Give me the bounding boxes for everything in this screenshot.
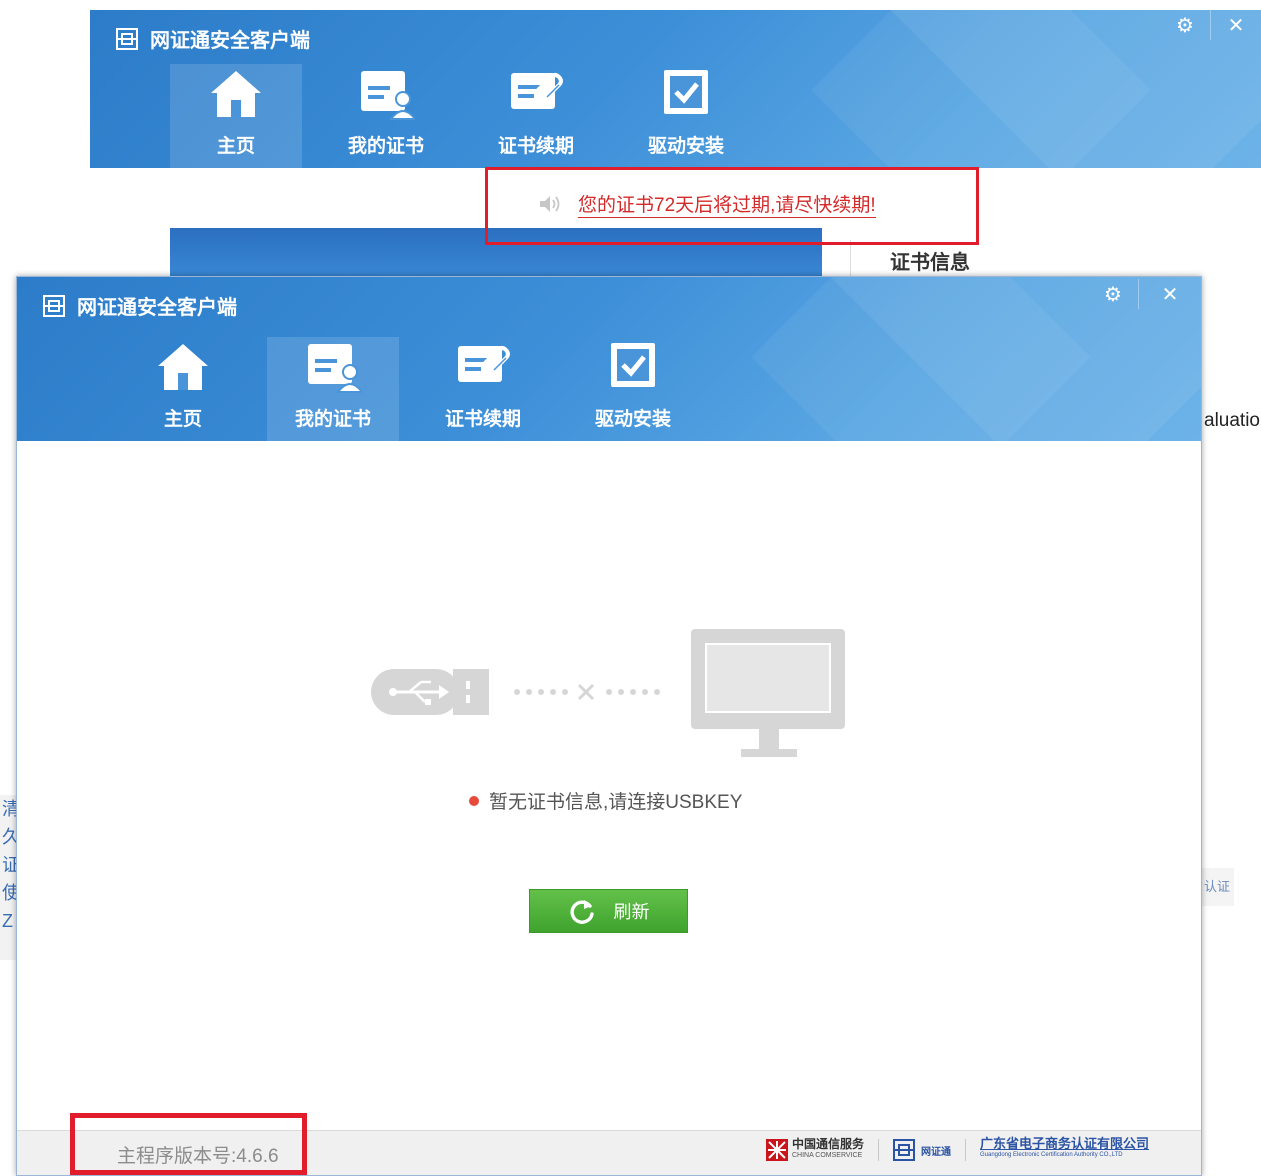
expiry-notice[interactable]: 您的证书72天后将过期,请尽快续期! xyxy=(538,190,876,218)
main-nav: 主页 我的证书 证书续期 驱动安装 xyxy=(170,64,770,168)
home-icon xyxy=(158,344,208,390)
tab-my-certificate-label: 我的证书 xyxy=(294,409,371,430)
netca-logo: 网证通 xyxy=(892,1139,951,1161)
window-title-row: 网证通安全客户端 xyxy=(116,24,310,53)
status-text: 暂无证书信息,请连接USBKEY xyxy=(489,792,743,813)
tab-certificate-renewal[interactable]: 证书续期 xyxy=(470,64,602,168)
certificate-user-icon xyxy=(361,71,415,120)
cert-info-heading: 证书信息 xyxy=(890,252,970,274)
refresh-button[interactable]: 刷新 xyxy=(529,889,688,933)
partner-logos: 中国通信服务 CHINA COMSERVICE 网证通 广东省电子商务认证有限公… xyxy=(765,1137,1149,1161)
client-window: 网证通安全客户端 ⚙ ✕ 主页 我的证书 证书续期 驱动安装 暂无证书信息,请连… xyxy=(16,276,1202,1176)
speaker-icon xyxy=(540,196,560,212)
monitor-icon xyxy=(691,629,845,757)
tab-home-label: 主页 xyxy=(216,136,255,157)
tab-driver-install-label: 驱动安装 xyxy=(594,409,671,430)
background-text-fragment: aluatio xyxy=(1204,410,1260,431)
expiry-notice-highlight: 您的证书72天后将过期,请尽快续期! xyxy=(485,167,979,245)
partner-name: 中国通信服务 xyxy=(791,1137,864,1151)
renewal-paperclip-icon xyxy=(458,346,510,382)
window-title: 网证通安全客户端 xyxy=(77,297,237,319)
footer-bar: 主程序版本号:4.6.6 中国通信服务 CHINA COMSERVICE 网证通… xyxy=(17,1113,1201,1175)
app-logo-icon xyxy=(43,294,65,317)
tab-home-label: 主页 xyxy=(163,409,202,430)
usb-key-icon xyxy=(371,669,489,715)
renewal-paperclip-icon xyxy=(511,73,563,109)
partner-name: 广东省电子商务认证有限公司 xyxy=(979,1137,1149,1152)
partner-subtitle: CHINA COMSERVICE xyxy=(791,1152,863,1159)
gd-ca-logo: 广东省电子商务认证有限公司 Guangdong Electronic Certi… xyxy=(979,1137,1149,1161)
tab-my-certificate-label: 我的证书 xyxy=(347,136,424,157)
tab-my-certificate[interactable]: 我的证书 xyxy=(320,64,452,168)
tab-certificate-renewal[interactable]: 证书续期 xyxy=(417,337,549,441)
netca-icon xyxy=(892,1139,915,1161)
tab-certificate-renewal-label: 证书续期 xyxy=(444,409,521,430)
checkbox-icon xyxy=(664,70,708,114)
main-nav: 主页 我的证书 证书续期 驱动安装 xyxy=(117,337,717,441)
divider xyxy=(964,1139,966,1161)
usbkey-disconnected-illustration xyxy=(371,629,845,757)
china-comservice-logo: 中国通信服务 CHINA COMSERVICE xyxy=(765,1137,864,1161)
refresh-label: 刷新 xyxy=(613,902,650,922)
china-comservice-icon xyxy=(765,1139,788,1161)
expiry-notice-text: 您的证书72天后将过期,请尽快续期! xyxy=(578,190,876,218)
tab-home[interactable]: 主页 xyxy=(117,337,249,441)
checkbox-icon xyxy=(611,343,655,387)
tab-certificate-renewal-label: 证书续期 xyxy=(497,136,574,157)
settings-gear-icon[interactable]: ⚙ xyxy=(1088,279,1139,309)
connection-status: 暂无证书信息,请连接USBKEY xyxy=(469,787,742,814)
version-highlight-box xyxy=(70,1113,307,1175)
tab-driver-install[interactable]: 驱动安装 xyxy=(567,337,699,441)
divider xyxy=(877,1139,879,1161)
tab-driver-install[interactable]: 驱动安装 xyxy=(620,64,752,168)
tab-driver-install-label: 驱动安装 xyxy=(647,136,724,157)
tab-my-certificate[interactable]: 我的证书 xyxy=(267,337,399,441)
close-icon[interactable]: ✕ xyxy=(1211,10,1261,40)
window-header: 网证通安全客户端 ⚙ ✕ 主页 我的证书 证书续期 驱动安装 xyxy=(90,10,1261,168)
app-logo-icon xyxy=(116,27,138,50)
partner-subtitle: Guangdong Electronic Certification Autho… xyxy=(979,1152,1123,1158)
close-icon[interactable]: ✕ xyxy=(1145,279,1195,309)
certificate-user-icon xyxy=(308,344,362,393)
home-icon xyxy=(211,71,261,117)
refresh-icon xyxy=(570,900,594,924)
partner-name: 网证通 xyxy=(920,1146,951,1158)
window-title-row: 网证通安全客户端 xyxy=(43,291,237,320)
status-dot-icon xyxy=(469,795,479,806)
background-right-fragment: 认证 xyxy=(1200,868,1234,906)
settings-gear-icon[interactable]: ⚙ xyxy=(1160,10,1211,40)
tab-home[interactable]: 主页 xyxy=(170,64,302,168)
window-title: 网证通安全客户端 xyxy=(150,30,310,52)
x-mark-icon xyxy=(577,683,595,701)
window-header: 网证通安全客户端 ⚙ ✕ 主页 我的证书 证书续期 驱动安装 xyxy=(17,277,1201,441)
